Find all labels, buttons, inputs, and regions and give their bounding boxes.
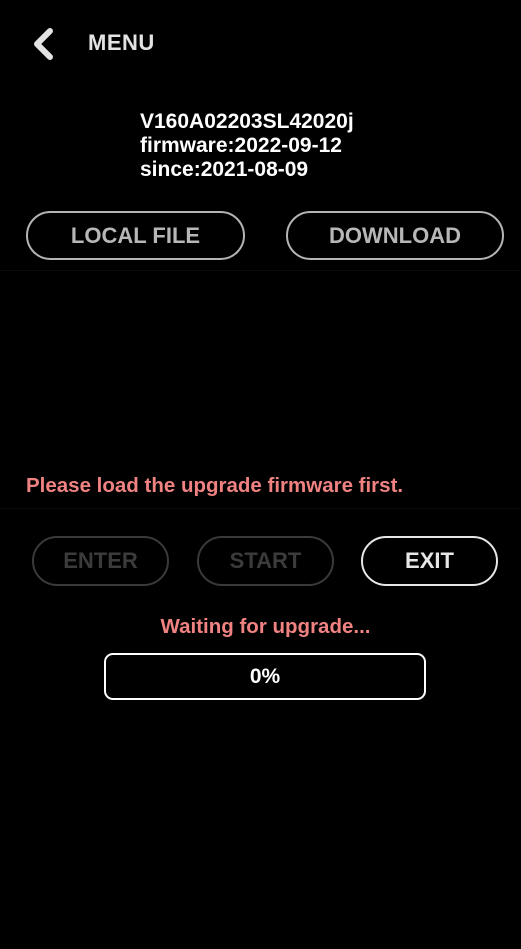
enter-button[interactable]: ENTER: [32, 536, 169, 586]
exit-button[interactable]: EXIT: [361, 536, 498, 586]
device-serial: V160A02203SL42020j: [140, 110, 354, 133]
load-firmware-notice: Please load the upgrade firmware first.: [26, 474, 404, 497]
back-button[interactable]: [26, 24, 60, 64]
firmware-date: firmware:2022-09-12: [140, 134, 342, 157]
divider: [0, 508, 521, 509]
local-file-button[interactable]: LOCAL FILE: [26, 211, 245, 260]
upgrade-status: Waiting for upgrade...: [160, 615, 371, 638]
progress-label: 0%: [249, 664, 281, 688]
download-button[interactable]: DOWNLOAD: [286, 211, 504, 260]
menu-title: MENU: [88, 30, 155, 55]
upgrade-progress-bar: 0%: [104, 653, 426, 700]
since-date: since:2021-08-09: [140, 158, 309, 181]
divider: [0, 270, 521, 271]
device-info: V160A02203SL42020j firmware:2022-09-12 s…: [140, 110, 354, 182]
start-button[interactable]: START: [197, 536, 334, 586]
chevron-left-icon: [34, 28, 53, 60]
